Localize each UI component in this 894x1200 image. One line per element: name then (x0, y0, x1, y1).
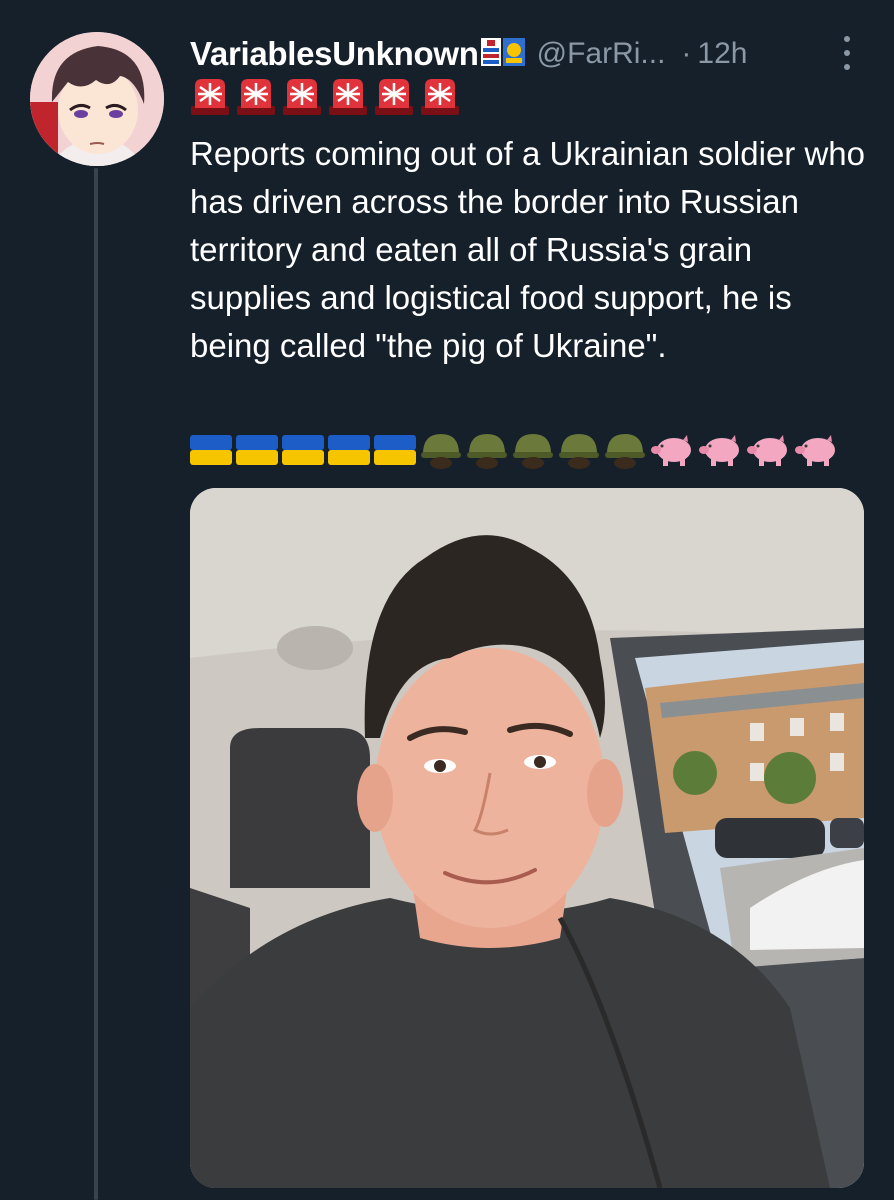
military-helmet-icon (467, 434, 507, 469)
thread-connector-line (94, 168, 98, 1200)
ukraine-flag-icon (282, 435, 324, 465)
military-helmet-icon (421, 434, 461, 469)
ukraine-flag-icon (374, 435, 416, 465)
trailing-emoji-row (190, 428, 838, 472)
display-name[interactable]: VariablesUnknown (190, 35, 479, 73)
anime-avatar-image (30, 32, 164, 166)
police-light-icon (375, 79, 413, 115)
military-helmet-icon (513, 434, 553, 469)
pig-icon (747, 435, 787, 466)
ukraine-flag-icon (328, 435, 370, 465)
timestamp[interactable]: 12h (697, 37, 747, 71)
police-light-icon (191, 79, 229, 115)
user-handle[interactable]: @FarRi... (537, 37, 666, 71)
police-light-icon (283, 79, 321, 115)
tweet-header: VariablesUnknown @FarRi... · 12h (190, 24, 874, 84)
police-light-emoji-row (190, 78, 460, 118)
pig-icon (651, 435, 691, 466)
police-light-icon (329, 79, 367, 115)
pig-icon (699, 435, 739, 466)
military-helmet-icon (559, 434, 599, 469)
tweet-body-text: Reports coming out of a Ukrainian soldie… (190, 135, 875, 364)
avatar[interactable] (30, 32, 164, 166)
ukraine-flag-icon (236, 435, 278, 465)
tweet-media-photo[interactable] (190, 488, 864, 1188)
car-selfie-photo (190, 488, 864, 1188)
flag-badge-icon (480, 36, 527, 73)
police-light-icon (237, 79, 275, 115)
pig-icon (795, 435, 835, 466)
more-options-icon[interactable] (842, 36, 852, 70)
ukraine-flag-icon (190, 435, 232, 465)
military-helmet-icon (605, 434, 645, 469)
police-light-icon (421, 79, 459, 115)
separator-dot: · (681, 37, 692, 70)
